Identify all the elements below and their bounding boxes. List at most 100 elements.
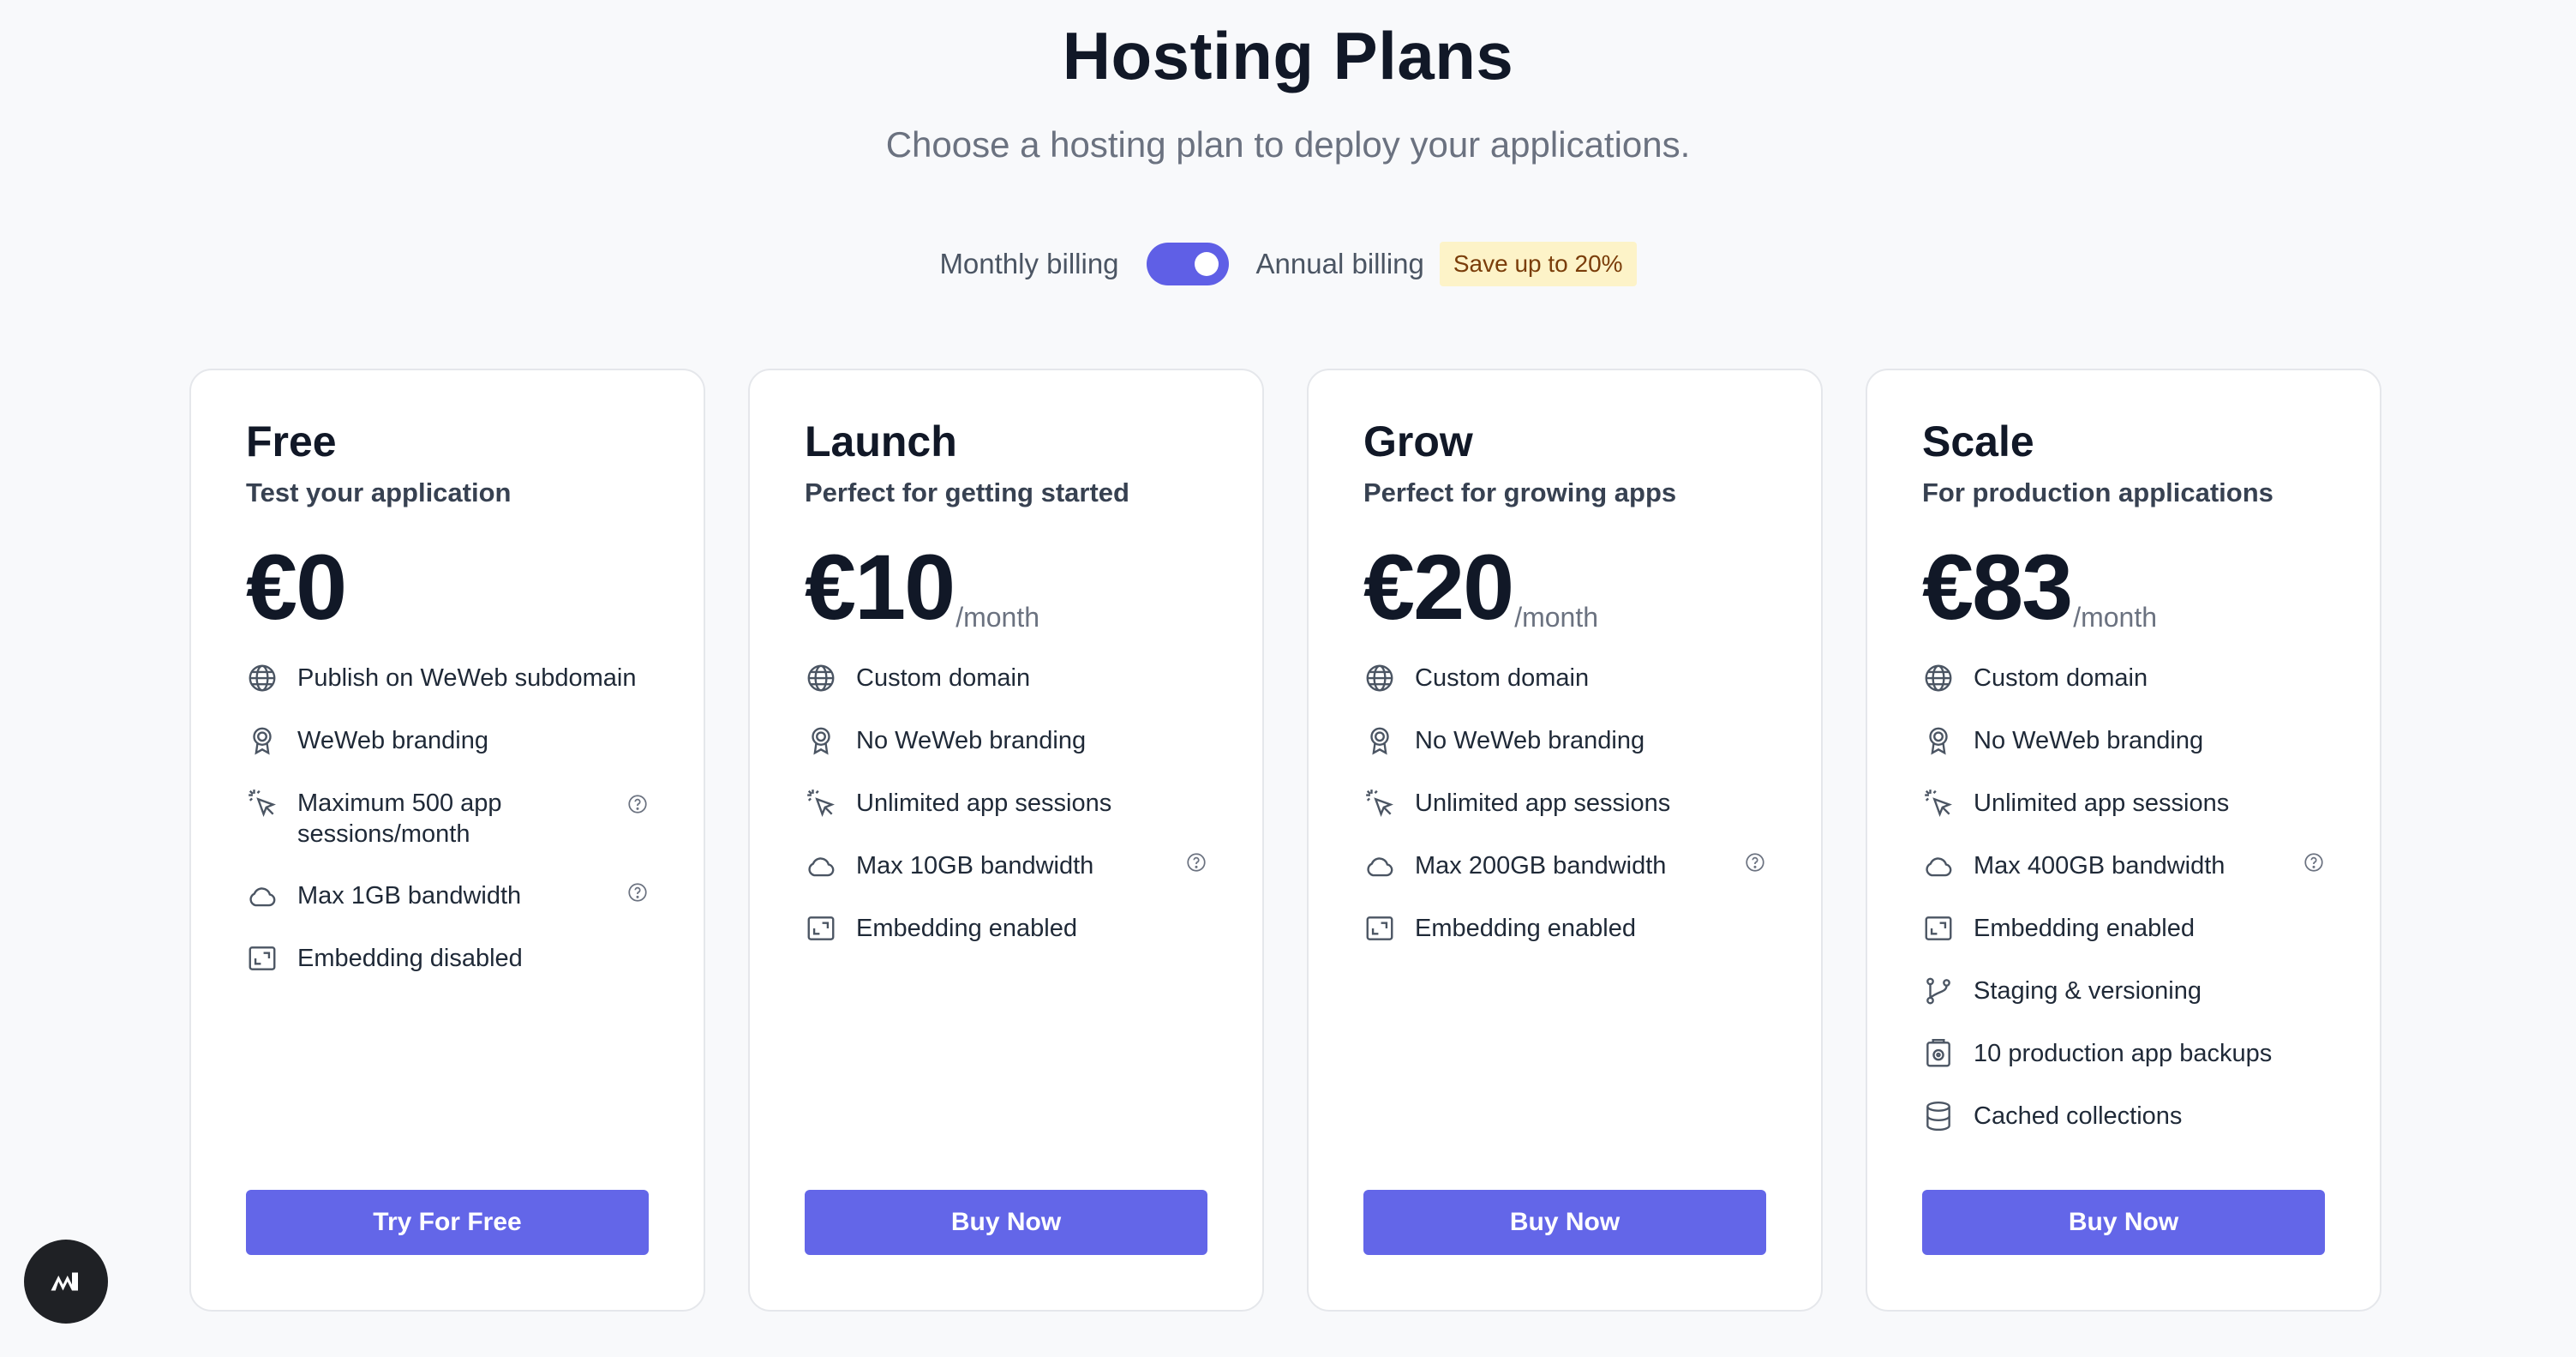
badge-icon <box>1922 724 1955 757</box>
feature-text: Unlimited app sessions <box>1974 790 2230 817</box>
try-for-free-button[interactable]: Try For Free <box>246 1190 649 1255</box>
feature-text: Unlimited app sessions <box>1415 790 1671 817</box>
help-icon[interactable] <box>626 792 649 814</box>
feature-text: Cached collections <box>1974 1102 2183 1130</box>
feature-text: Maximum 500 app sessions/month <box>297 790 502 848</box>
feature-item: Embedding enabled <box>1363 913 1766 945</box>
feature-item: Cached collections <box>1922 1101 2325 1132</box>
feature-list: Custom domain No WeWeb branding Unlimited … <box>805 663 1207 945</box>
embed-icon <box>1922 912 1955 945</box>
cursor-click-icon <box>1922 787 1955 820</box>
price-row: €83/month <box>1922 539 2325 633</box>
plan-tagline: For production applications <box>1922 477 2273 507</box>
database-icon <box>1922 1100 1955 1132</box>
feature-item: Embedding disabled <box>246 943 649 975</box>
feature-text: No WeWeb branding <box>1974 727 2204 754</box>
feature-item: Custom domain <box>1922 663 2325 694</box>
feature-item: Maximum 500 app sessions/month <box>246 788 649 850</box>
embed-icon <box>1363 912 1396 945</box>
feature-item: Unlimited app sessions <box>1363 788 1766 820</box>
feature-item: 10 production app backups <box>1922 1038 2325 1070</box>
feature-text: Publish on WeWeb subdomain <box>297 664 637 692</box>
plan-card-grow: Grow Perfect for growing apps €20/month Cus… <box>1307 369 1823 1312</box>
plan-name: Launch <box>805 417 957 465</box>
help-icon[interactable] <box>1185 850 1207 873</box>
plan-tagline: Test your application <box>246 477 512 507</box>
feature-item: Custom domain <box>805 663 1207 694</box>
feature-item: No WeWeb branding <box>805 725 1207 757</box>
embed-icon <box>246 942 279 975</box>
feature-list: Custom domain No WeWeb branding Unlimited … <box>1922 663 2325 1132</box>
feature-text: Max 10GB bandwidth <box>856 852 1094 880</box>
plan-price: €83 <box>1922 535 2073 639</box>
price-period: /month <box>956 602 1040 633</box>
embed-icon <box>805 912 837 945</box>
badge-icon <box>1363 724 1396 757</box>
plan-name: Free <box>246 417 337 465</box>
page-header: Hosting Plans Choose a hosting plan to d… <box>0 17 2576 165</box>
feature-text: Max 400GB bandwidth <box>1974 852 2226 880</box>
cloud-icon <box>805 850 837 882</box>
weweb-badge-button[interactable] <box>24 1240 108 1324</box>
annual-billing-label[interactable]: Annual billing <box>1256 248 1424 280</box>
feature-text: Unlimited app sessions <box>856 790 1112 817</box>
globe-icon <box>1363 662 1396 694</box>
git-branch-icon <box>1922 975 1955 1007</box>
feature-list: Custom domain No WeWeb branding Unlimited … <box>1363 663 1766 945</box>
feature-item: Custom domain <box>1363 663 1766 694</box>
monthly-billing-label[interactable]: Monthly billing <box>939 248 1118 280</box>
globe-icon <box>805 662 837 694</box>
help-icon[interactable] <box>1744 850 1766 873</box>
billing-switch: Monthly billing Annual billing Save up t… <box>0 242 2576 286</box>
feature-list: Publish on WeWeb subdomain WeWeb branding… <box>246 663 649 975</box>
cloud-icon <box>1922 850 1955 882</box>
badge-icon <box>246 724 279 757</box>
feature-item: Max 200GB bandwidth <box>1363 850 1766 882</box>
feature-text: Embedding enabled <box>1415 915 1636 942</box>
plan-price: €0 <box>246 535 347 639</box>
cursor-click-icon <box>1363 787 1396 820</box>
buy-now-button[interactable]: Buy Now <box>1363 1190 1766 1255</box>
plan-price: €10 <box>805 535 956 639</box>
price-period: /month <box>2073 602 2158 633</box>
weweb-logo-icon <box>51 1272 78 1291</box>
buy-now-button[interactable]: Buy Now <box>805 1190 1207 1255</box>
feature-text: Max 200GB bandwidth <box>1415 852 1667 880</box>
plan-tagline: Perfect for growing apps <box>1363 477 1677 507</box>
globe-icon <box>1922 662 1955 694</box>
feature-item: Publish on WeWeb subdomain <box>246 663 649 694</box>
plan-name: Grow <box>1363 417 1473 465</box>
feature-item: Unlimited app sessions <box>1922 788 2325 820</box>
feature-item: WeWeb branding <box>246 725 649 757</box>
feature-text: Custom domain <box>856 664 1031 692</box>
plan-card-launch: Launch Perfect for getting started €10/mon… <box>748 369 1264 1312</box>
save-badge: Save up to 20% <box>1439 242 1637 286</box>
cursor-click-icon <box>805 787 837 820</box>
help-icon[interactable] <box>626 880 649 903</box>
cloud-icon <box>246 880 279 912</box>
feature-item: Staging & versioning <box>1922 976 2325 1007</box>
badge-icon <box>805 724 837 757</box>
buy-now-button[interactable]: Buy Now <box>1922 1190 2325 1255</box>
billing-toggle[interactable] <box>1146 243 1229 285</box>
plan-price: €20 <box>1363 535 1514 639</box>
plan-tagline: Perfect for getting started <box>805 477 1129 507</box>
price-row: €20/month <box>1363 539 1766 633</box>
page-title: Hosting Plans <box>1062 18 1514 93</box>
feature-item: Max 1GB bandwidth <box>246 880 649 912</box>
feature-item: Embedding enabled <box>1922 913 2325 945</box>
feature-text: Embedding disabled <box>297 945 523 972</box>
globe-icon <box>246 662 279 694</box>
feature-item: Max 10GB bandwidth <box>805 850 1207 882</box>
plan-name: Scale <box>1922 417 2034 465</box>
feature-text: Custom domain <box>1974 664 2148 692</box>
backup-icon <box>1922 1037 1955 1070</box>
feature-text: WeWeb branding <box>297 727 489 754</box>
toggle-knob <box>1194 252 1219 276</box>
help-icon[interactable] <box>2303 850 2325 873</box>
price-period: /month <box>1514 602 1599 633</box>
feature-item: No WeWeb branding <box>1363 725 1766 757</box>
feature-item: Unlimited app sessions <box>805 788 1207 820</box>
plan-card-free: Free Test your application €0 Publish on We… <box>189 369 705 1312</box>
feature-text: Embedding enabled <box>1974 915 2195 942</box>
